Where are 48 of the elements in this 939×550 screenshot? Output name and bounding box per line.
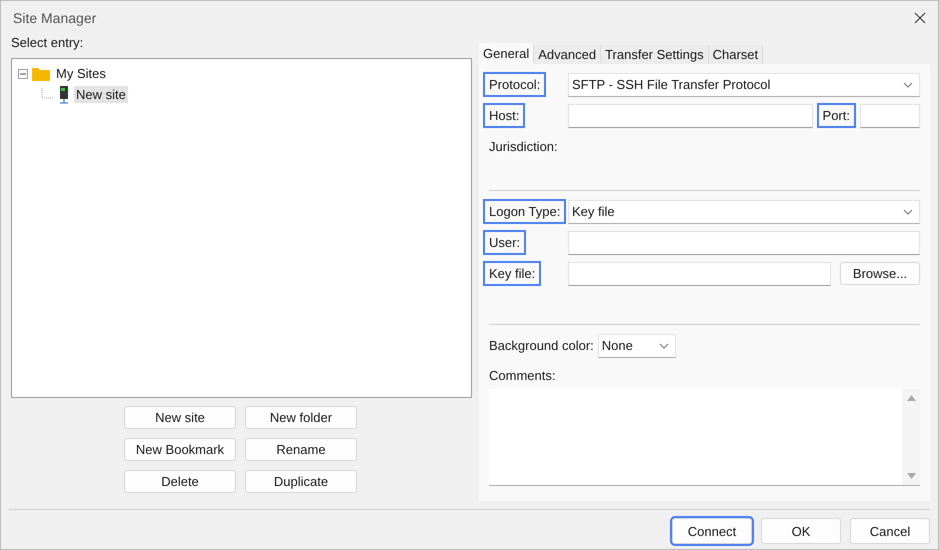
tab[interactable]: Charset bbox=[708, 45, 764, 64]
tab[interactable]: General bbox=[479, 43, 534, 64]
server-icon bbox=[58, 86, 70, 104]
host-input[interactable] bbox=[568, 104, 813, 128]
field-label: Background color: bbox=[489, 338, 594, 353]
port-input[interactable] bbox=[860, 104, 920, 128]
tab[interactable]: Advanced bbox=[534, 45, 602, 64]
collapse-icon[interactable] bbox=[18, 68, 28, 78]
folder-icon bbox=[32, 66, 50, 81]
tree-action-button[interactable]: Rename bbox=[245, 438, 357, 461]
chevron-down-icon bbox=[903, 82, 913, 88]
text-input[interactable] bbox=[568, 230, 920, 254]
tree-connector bbox=[40, 88, 54, 102]
field-label: User: bbox=[483, 230, 526, 255]
close-icon[interactable] bbox=[914, 12, 926, 24]
scroll-up-icon[interactable] bbox=[906, 395, 916, 401]
dialog-button[interactable]: OK bbox=[761, 518, 841, 544]
dropdown-value: None bbox=[602, 338, 633, 353]
dropdown[interactable]: None bbox=[598, 334, 676, 358]
field-label: Host: bbox=[483, 103, 526, 128]
tree-action-button[interactable]: New Bookmark bbox=[124, 438, 236, 461]
dialog-button[interactable]: Cancel bbox=[850, 518, 930, 544]
window-title: Site Manager bbox=[13, 10, 96, 26]
tab[interactable]: Transfer Settings bbox=[601, 45, 709, 64]
tree-action-button[interactable]: Duplicate bbox=[245, 470, 357, 493]
tree-item[interactable]: New site bbox=[74, 86, 128, 103]
dropdown-value: SFTP - SSH File Transfer Protocol bbox=[572, 77, 770, 92]
field-label: Key file: bbox=[483, 261, 542, 286]
dropdown[interactable]: Key file bbox=[568, 200, 920, 224]
tree-action-button[interactable]: Delete bbox=[124, 470, 236, 493]
tree-action-button[interactable]: New site bbox=[124, 406, 236, 429]
tree-action-button[interactable]: New folder bbox=[245, 406, 357, 429]
dialog-button[interactable]: Connect bbox=[672, 518, 752, 544]
dropdown-value: Key file bbox=[572, 204, 615, 219]
field-label: Logon Type: bbox=[483, 199, 566, 224]
field-label: Comments: bbox=[488, 368, 556, 383]
tree-item[interactable]: My Sites bbox=[54, 65, 108, 82]
field-label: Protocol: bbox=[483, 72, 546, 97]
scrollbar[interactable] bbox=[902, 389, 920, 485]
tree-label: Select entry: bbox=[11, 35, 84, 50]
chevron-down-icon bbox=[658, 342, 669, 348]
key-file-input[interactable] bbox=[568, 262, 831, 286]
field-label: Jurisdiction: bbox=[488, 138, 559, 156]
field-label: Port: bbox=[816, 103, 856, 128]
dropdown[interactable]: SFTP - SSH File Transfer Protocol bbox=[568, 72, 920, 96]
scroll-down-icon[interactable] bbox=[906, 473, 916, 479]
chevron-down-icon bbox=[903, 208, 913, 214]
browse-button[interactable]: Browse... bbox=[840, 262, 920, 285]
